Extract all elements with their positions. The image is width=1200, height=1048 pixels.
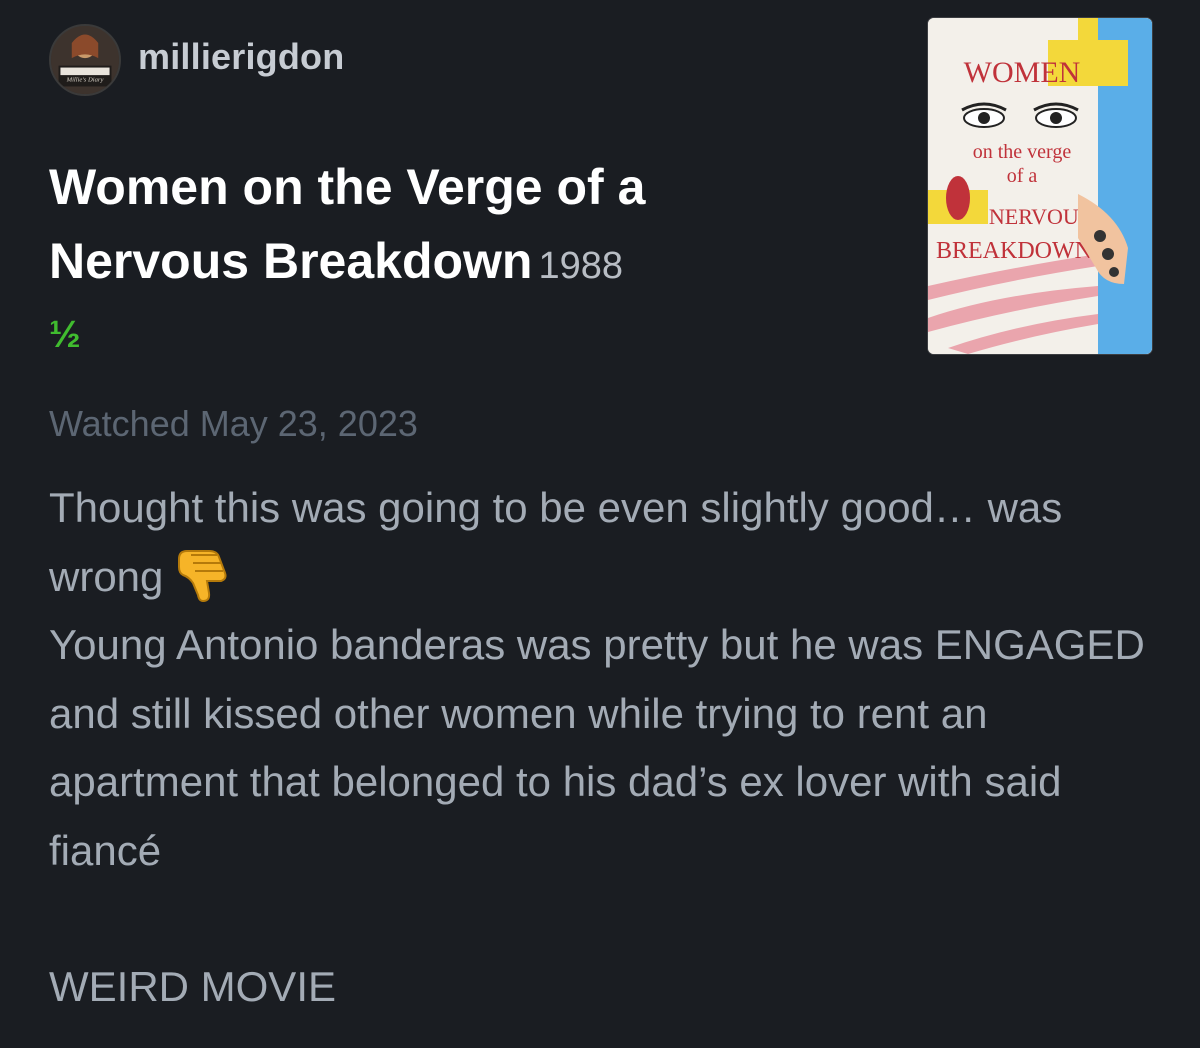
film-poster[interactable]: WOMEN on the verge of a NERVOUS BREAKDOW… xyxy=(928,18,1152,354)
poster-title-nervous: NERVOUS xyxy=(989,204,1091,229)
poster-subtitle-2: of a xyxy=(1007,165,1038,187)
review-footer: WEIRD MOVIE xyxy=(49,963,337,1010)
username[interactable]: millierigdon xyxy=(138,36,344,78)
avatar-image: Millie's Diary xyxy=(51,26,119,94)
poster-subtitle-1: on the verge xyxy=(973,141,1072,163)
film-title-block: Women on the Verge of a Nervous Breakdow… xyxy=(49,150,749,303)
watched-date: Watched May 23, 2023 xyxy=(49,403,418,444)
avatar[interactable]: Millie's Diary xyxy=(49,24,121,96)
thumbs-down-icon xyxy=(173,545,229,603)
review-text: Thought this was going to be even slight… xyxy=(49,474,1169,885)
review-paragraph-1: Thought this was going to be even slight… xyxy=(49,474,1169,611)
film-year[interactable]: 1988 xyxy=(538,245,623,287)
poster-title-women: WOMEN xyxy=(964,56,1081,89)
poster-title-breakdown: BREAKDOWN xyxy=(936,238,1092,264)
poster-artwork: WOMEN on the verge of a NERVOUS BREAKDOW… xyxy=(928,18,1152,354)
star-rating: ½ xyxy=(49,314,81,356)
review-paragraph-2: Young Antonio banderas was pretty but he… xyxy=(49,621,1145,874)
lips-icon xyxy=(946,176,970,220)
avatar-caption: Millie's Diary xyxy=(66,77,104,84)
